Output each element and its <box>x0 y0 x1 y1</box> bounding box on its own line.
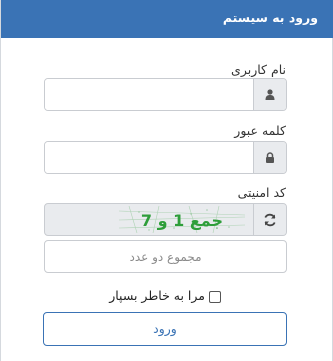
refresh-captcha-button[interactable] <box>253 204 286 235</box>
password-input[interactable] <box>45 142 255 173</box>
user-icon <box>253 79 286 110</box>
captcha-image: جمع 1 و 7 <box>119 206 245 233</box>
panel-header: ورود به سیستم <box>1 0 333 38</box>
remember-me-checkbox[interactable] <box>209 290 221 303</box>
captcha-label: کد امنیتی <box>237 185 286 200</box>
password-group <box>44 141 287 174</box>
remember-me-label: مرا به خاطر بسپار <box>109 287 205 303</box>
captcha-text: جمع 1 و 7 <box>141 211 223 230</box>
username-group <box>44 78 287 111</box>
refresh-icon <box>264 213 276 226</box>
username-input[interactable] <box>45 79 255 110</box>
captcha-group: جمع 1 و 7 <box>44 203 287 236</box>
login-button[interactable]: ورود <box>43 312 287 346</box>
remember-me[interactable]: مرا به خاطر بسپار <box>109 286 221 304</box>
panel-title: ورود به سیستم <box>222 10 318 25</box>
captcha-answer-input[interactable] <box>44 240 287 273</box>
lock-icon <box>253 142 286 173</box>
password-label: کلمه عبور <box>234 123 286 138</box>
login-panel: ورود به سیستم نام کاربری کلمه عبور کد ام… <box>0 0 333 361</box>
username-label: نام کاربری <box>231 62 286 77</box>
